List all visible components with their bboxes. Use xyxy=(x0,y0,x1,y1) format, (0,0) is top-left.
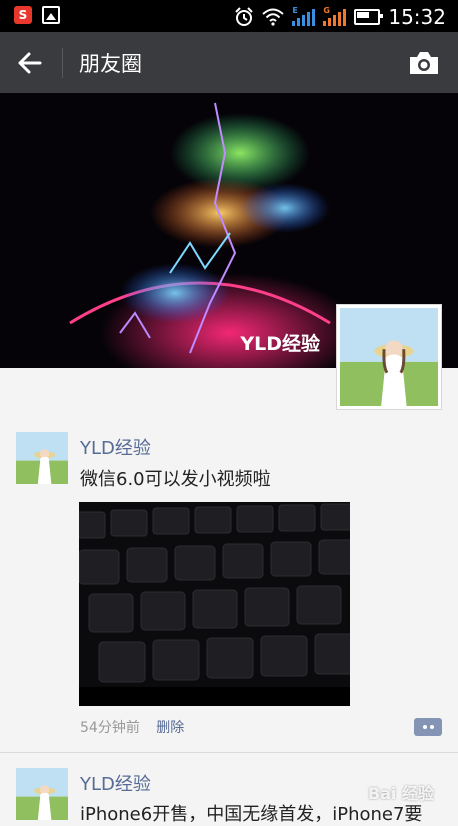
signal-tag-e: E xyxy=(292,6,298,15)
post-author[interactable]: YLD经验 xyxy=(80,434,151,460)
title-divider xyxy=(62,48,63,78)
clock: 15:32 xyxy=(388,5,446,29)
comment-button[interactable] xyxy=(414,718,442,736)
post-time: 54分钟前 xyxy=(80,720,140,736)
avatar[interactable] xyxy=(16,432,68,484)
signal-tag-g: G xyxy=(323,6,330,15)
post-meta: 54分钟前 删除 xyxy=(80,717,184,737)
avatar-photo xyxy=(340,308,438,406)
sogou-app-icon: S xyxy=(14,6,32,24)
post-text: 微信6.0可以发小视频啦 xyxy=(80,469,271,490)
video-thumbnail[interactable] xyxy=(79,502,350,706)
wifi-icon xyxy=(262,8,285,26)
keyboard-video-frame xyxy=(79,502,350,706)
gallery-icon xyxy=(42,6,60,24)
signal-icon: G xyxy=(323,6,347,26)
title-bar: 朋友圈 xyxy=(0,32,458,93)
arrow-left-icon[interactable] xyxy=(14,48,48,78)
battery-icon xyxy=(354,9,384,25)
alarm-icon xyxy=(235,7,254,26)
page-title: 朋友圈 xyxy=(79,52,142,76)
cover-display-name: YLD经验 xyxy=(240,333,320,355)
signal-icon: E xyxy=(292,6,316,26)
avatar[interactable] xyxy=(16,768,68,820)
watermark: Bai 经验 xyxy=(367,784,434,803)
profile-avatar[interactable] xyxy=(336,304,442,410)
post-separator xyxy=(0,752,458,753)
camera-icon[interactable] xyxy=(408,50,440,76)
status-bar: S E G 15:32 xyxy=(0,0,458,32)
delete-link[interactable]: 删除 xyxy=(156,720,184,736)
post-author[interactable]: YLD经验 xyxy=(80,770,151,796)
